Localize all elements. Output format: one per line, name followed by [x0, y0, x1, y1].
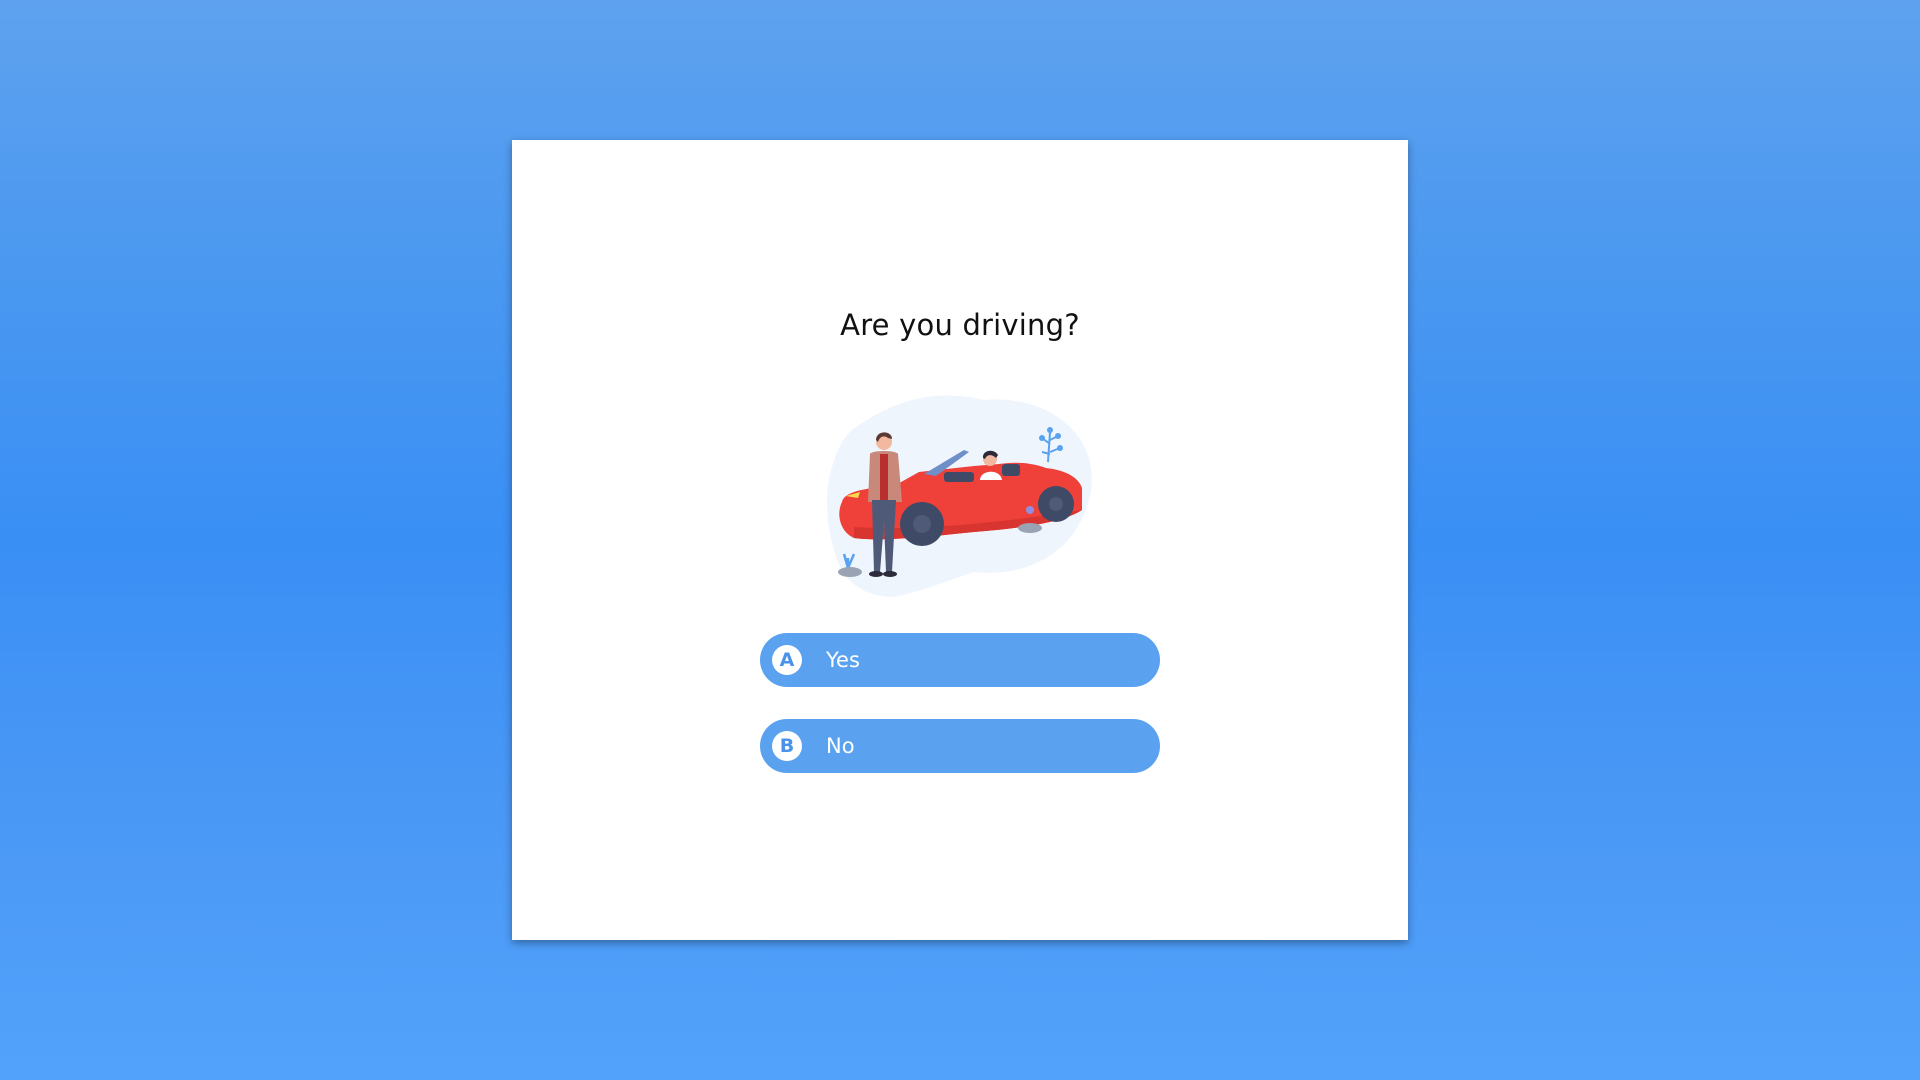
plant-leaf-2	[1055, 433, 1061, 439]
man-shirt	[880, 454, 888, 500]
option-no-button[interactable]: B No	[760, 719, 1160, 773]
option-label: No	[826, 734, 855, 758]
rear-wheel-hub	[1049, 497, 1063, 511]
option-yes-button[interactable]: A Yes	[760, 633, 1160, 687]
car-seat-shape	[944, 472, 974, 482]
option-letter-badge: B	[772, 731, 802, 761]
plant-leaf-1	[1039, 435, 1045, 441]
man-shoe-right	[883, 571, 897, 577]
option-letter-badge: A	[772, 645, 802, 675]
front-wheel-hub	[913, 515, 931, 533]
question-title: Are you driving?	[840, 308, 1080, 342]
option-label: Yes	[826, 648, 860, 672]
car-rear-seat-shape	[1002, 464, 1020, 476]
plant-leaf-3	[1057, 445, 1063, 451]
man-shoe-left	[869, 571, 883, 577]
stone-right	[1018, 523, 1042, 533]
driving-illustration	[827, 395, 1092, 597]
quiz-card: Are you driving? A Yes B No	[512, 140, 1408, 940]
stone-left	[838, 567, 862, 577]
plant-leaf-4	[1047, 427, 1053, 433]
small-flower	[1026, 506, 1034, 514]
